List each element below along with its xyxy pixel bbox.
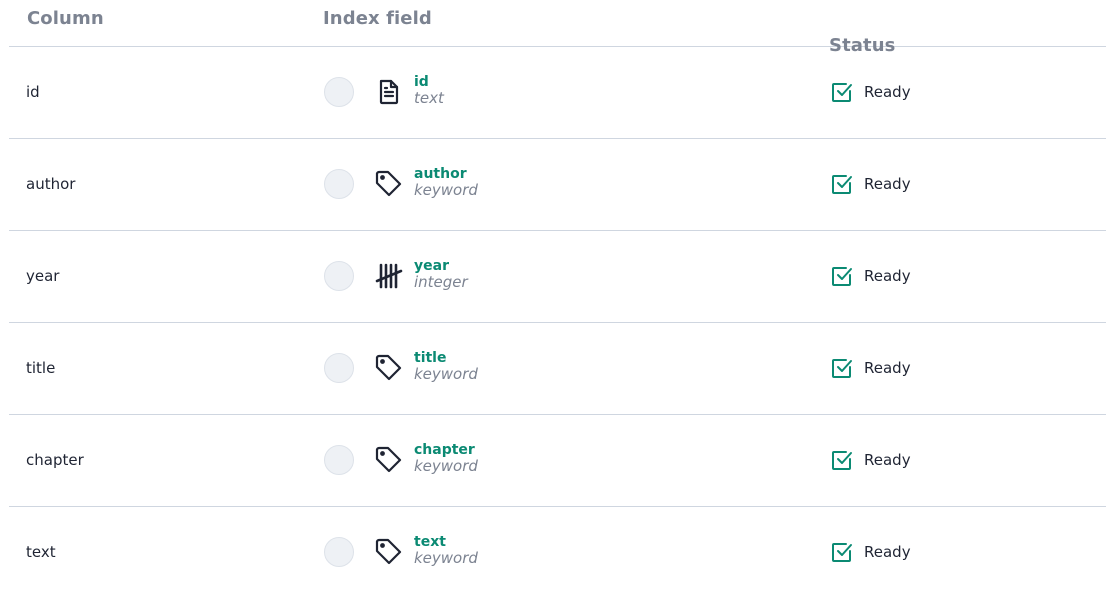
field-name: title: [414, 350, 447, 366]
select-radio[interactable]: [324, 445, 354, 475]
select-radio[interactable]: [324, 169, 354, 199]
checkbox-checked-icon: [831, 449, 855, 471]
status-label: Ready: [864, 359, 911, 377]
index-field: text keyword: [414, 535, 478, 566]
field-name: year: [414, 258, 449, 274]
checkbox-checked-icon: [831, 357, 855, 379]
index-field: id text: [414, 75, 444, 106]
field-type: integer: [414, 273, 468, 291]
status-cell: Ready: [831, 81, 911, 103]
tag-icon: [373, 537, 405, 567]
field-type: keyword: [414, 365, 478, 383]
status-label: Ready: [864, 451, 911, 469]
index-field: author keyword: [414, 167, 478, 198]
column-name: title: [26, 359, 56, 377]
field-type: keyword: [414, 457, 478, 475]
status-label: Ready: [864, 543, 911, 561]
select-radio[interactable]: [324, 261, 354, 291]
field-type: text: [414, 89, 444, 107]
checkbox-checked-icon: [831, 173, 855, 195]
status-cell: Ready: [831, 173, 911, 195]
tag-icon: [373, 353, 405, 383]
field-name: chapter: [414, 442, 475, 458]
index-field: year integer: [414, 259, 468, 290]
table-header: Column Index field Status: [9, 0, 1106, 56]
status-cell: Ready: [831, 265, 911, 287]
checkbox-checked-icon: [831, 541, 855, 563]
column-name: year: [26, 267, 60, 285]
field-name: id: [414, 74, 429, 90]
status-label: Ready: [864, 175, 911, 193]
table-row: chapter chapter keyword Ready: [9, 415, 1106, 507]
checkbox-checked-icon: [831, 265, 855, 287]
tag-icon: [373, 169, 405, 199]
select-radio[interactable]: [324, 353, 354, 383]
select-radio[interactable]: [324, 77, 354, 107]
index-fields-table: Column Index field Status id id text Rea…: [9, 0, 1106, 598]
tally-icon: [373, 261, 405, 291]
column-name: chapter: [26, 451, 84, 469]
status-cell: Ready: [831, 449, 911, 471]
table-row: text text keyword Ready: [9, 507, 1106, 598]
status-cell: Ready: [831, 541, 911, 563]
table-row: year year integer Ready: [9, 231, 1106, 323]
status-cell: Ready: [831, 357, 911, 379]
field-name: text: [414, 534, 446, 550]
field-type: keyword: [414, 549, 478, 567]
table-row: author author keyword Ready: [9, 139, 1106, 231]
table-row: title title keyword Ready: [9, 323, 1106, 415]
column-name: id: [26, 83, 40, 101]
index-field: chapter keyword: [414, 443, 478, 474]
column-name: author: [26, 175, 76, 193]
table-row: id id text Ready: [9, 47, 1106, 139]
checkbox-checked-icon: [831, 81, 855, 103]
select-radio[interactable]: [324, 537, 354, 567]
column-name: text: [26, 543, 56, 561]
status-label: Ready: [864, 83, 911, 101]
index-field: title keyword: [414, 351, 478, 382]
field-name: author: [414, 166, 467, 182]
field-type: keyword: [414, 181, 478, 199]
column-header: Column: [27, 8, 104, 29]
document-icon: [373, 77, 405, 107]
index-field-header: Index field: [323, 8, 432, 29]
status-label: Ready: [864, 267, 911, 285]
tag-icon: [373, 445, 405, 475]
